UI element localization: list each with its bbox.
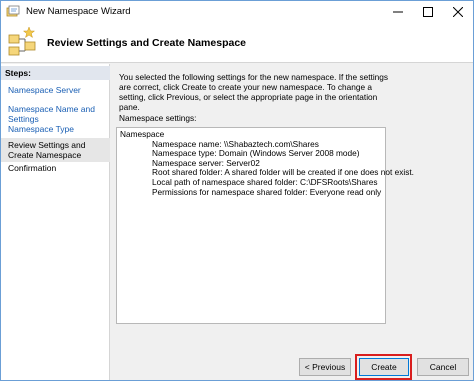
- maximize-button[interactable]: [413, 1, 443, 23]
- close-button[interactable]: [443, 1, 473, 23]
- wizard-window: New Namespace Wizard Review Settings and…: [0, 0, 474, 381]
- title-bar[interactable]: New Namespace Wizard: [1, 1, 473, 23]
- page-title: Review Settings and Create Namespace: [47, 37, 246, 49]
- step-namespace-server[interactable]: Namespace Server: [1, 85, 110, 95]
- cancel-button[interactable]: Cancel: [417, 358, 469, 376]
- namespace-settings-label: Namespace settings:: [119, 113, 197, 123]
- minimize-icon: [393, 11, 403, 13]
- namespace-settings-box[interactable]: Namespace Namespace name: \\Shabaztech.c…: [116, 127, 414, 324]
- step-confirmation: Confirmation: [8, 163, 57, 173]
- instructions-text: You selected the following settings for …: [119, 72, 389, 112]
- steps-heading: Steps:: [1, 66, 110, 80]
- create-button[interactable]: Create: [359, 358, 409, 376]
- step-namespace-name-settings[interactable]: Namespace Name and Settings: [1, 104, 110, 124]
- step-namespace-type[interactable]: Namespace Type: [1, 124, 110, 134]
- steps-pane: Steps: Namespace Server Namespace Name a…: [1, 64, 110, 380]
- namespace-wizard-icon: [8, 26, 36, 56]
- maximize-icon: [423, 7, 433, 17]
- main-content: You selected the following settings for …: [111, 64, 473, 350]
- step-review-settings: Review Settings and Create Namespace: [1, 138, 110, 162]
- previous-button[interactable]: < Previous: [299, 358, 351, 376]
- close-icon: [453, 7, 463, 17]
- button-bar: < Previous Create Cancel: [111, 350, 473, 380]
- setting-permissions: Permissions for namespace shared folder:…: [152, 186, 382, 197]
- wizard-app-icon: [6, 5, 20, 17]
- wizard-header: Review Settings and Create Namespace: [1, 23, 473, 63]
- minimize-button[interactable]: [383, 1, 413, 23]
- window-title: New Namespace Wizard: [26, 6, 131, 17]
